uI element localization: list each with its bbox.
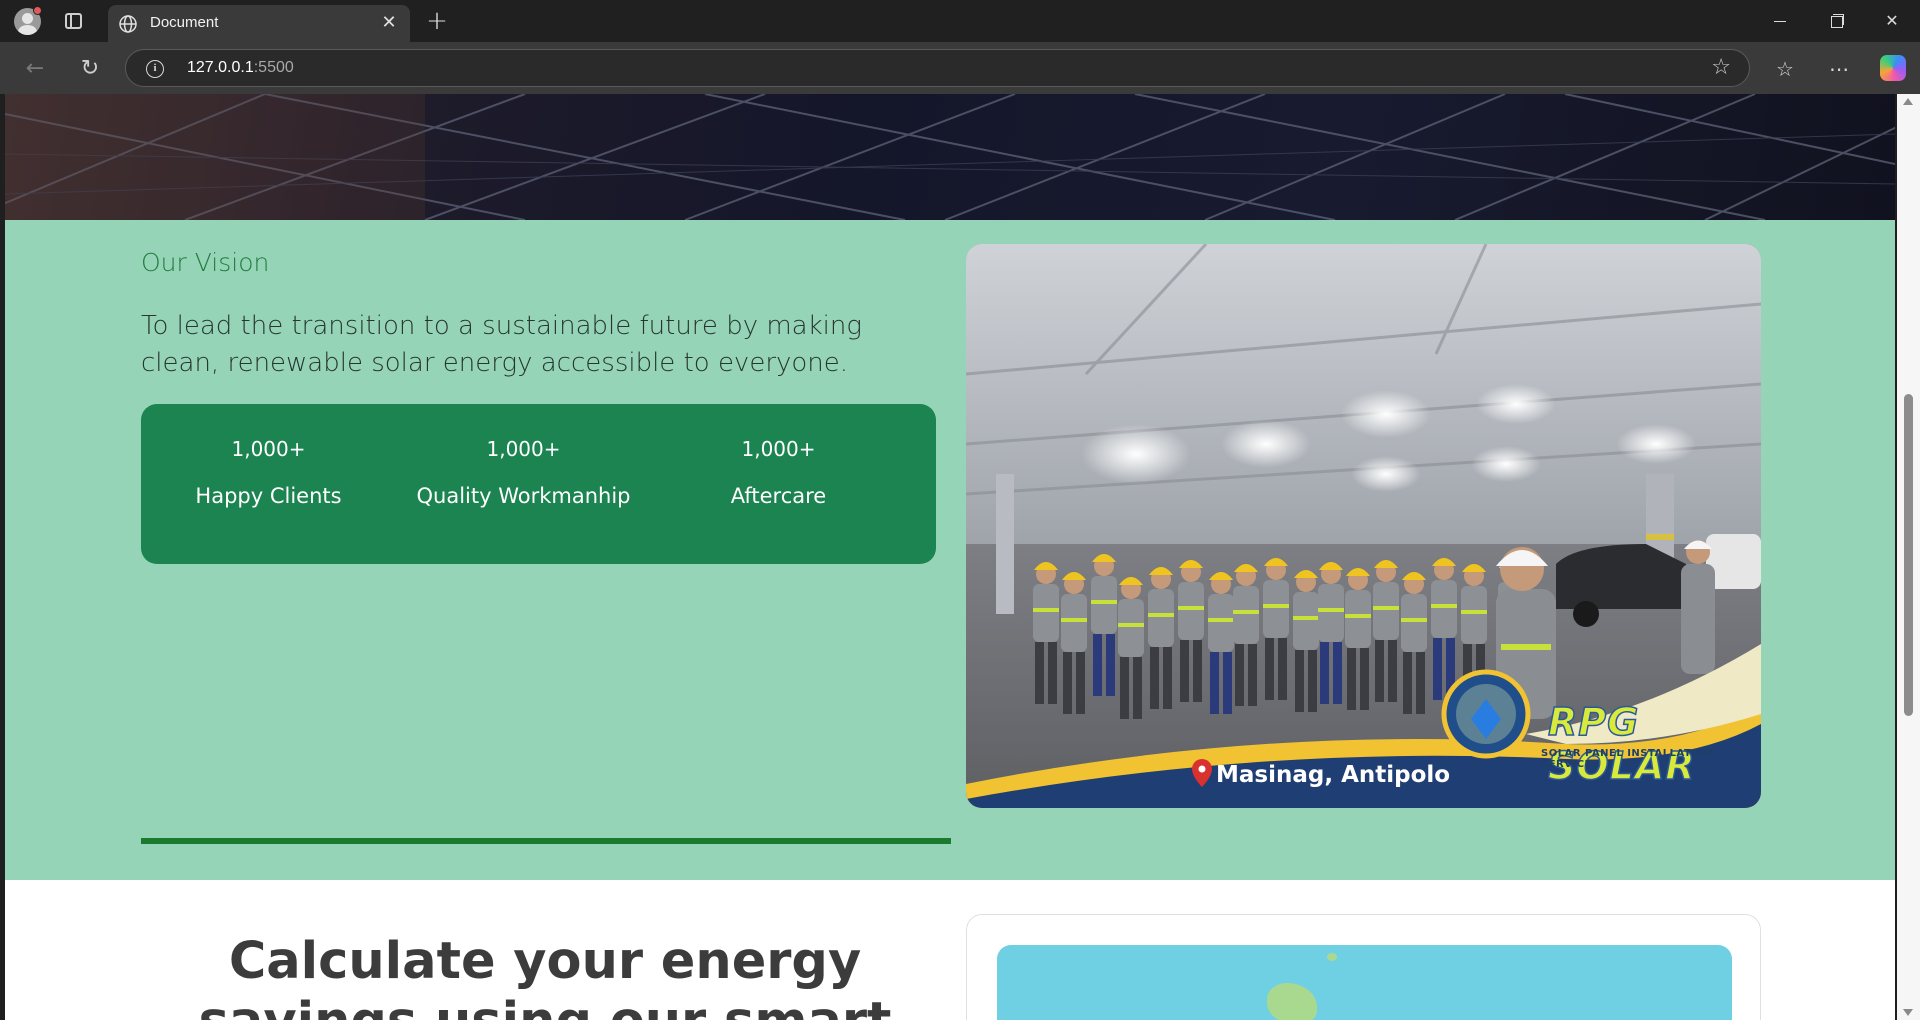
stat-value: 1,000+ [741,437,816,461]
map-preview[interactable] [997,945,1732,1020]
stat-label: Aftercare [730,484,827,508]
page-scrollbar[interactable] [1897,94,1920,1020]
solar-panel-banner-image [5,94,1895,220]
photo-location-label: Masinag, Antipolo [1216,762,1451,788]
address-bar[interactable]: i 127.0.0.1:5500 ☆ [125,49,1750,87]
stat-aftercare: 1,000+ Aftercare [651,434,906,508]
url-host: 127.0.0.1 [187,59,254,76]
window-minimize-button[interactable] [1752,0,1808,42]
tab-close-icon[interactable]: ✕ [378,12,400,34]
favorite-star-icon[interactable]: ☆ [1711,56,1731,80]
url-port: :5500 [253,59,294,76]
calculator-map-card [966,914,1761,1020]
photo-brand-logo: RPG SOLAR [1547,699,1696,789]
reload-icon[interactable]: ↻ [75,54,105,84]
stat-label: Quality Workmanhip [416,484,631,508]
page-viewport: Our Vision To lead the transition to a s… [5,94,1895,1020]
stat-happy-clients: 1,000+ Happy Clients [141,434,396,508]
profile-notification-dot [33,6,42,15]
section-divider [141,838,951,844]
stats-card: 1,000+ Happy Clients 1,000+ Quality Work… [141,404,936,564]
more-menu-icon[interactable]: ⋯ [1823,54,1855,84]
back-arrow-icon[interactable]: ← [20,54,50,84]
globe-icon [119,15,137,33]
copilot-icon[interactable] [1880,55,1906,81]
vision-section: Our Vision To lead the transition to a s… [5,220,1895,880]
scroll-down-arrow-icon[interactable] [1903,1009,1913,1016]
calculator-heading: Calculate your energy savings using our … [199,932,892,1020]
browser-tab-document[interactable]: Document ✕ [108,5,410,42]
window-restore-button[interactable] [1808,0,1864,42]
stat-quality-workmanship: 1,000+ Quality Workmanhip [396,434,651,508]
tab-title: Document [150,14,219,31]
url-text[interactable]: 127.0.0.1:5500 [187,59,294,77]
scroll-up-arrow-icon[interactable] [1903,98,1913,105]
tab-actions-icon[interactable] [65,13,82,29]
vision-heading: Our Vision [141,248,270,277]
vision-statement: To lead the transition to a sustainable … [141,311,862,378]
browser-toolbar: ← ↻ i 127.0.0.1:5500 ☆ ☆ ⋯ [0,42,1920,94]
stat-value: 1,000+ [231,437,306,461]
site-info-icon[interactable]: i [146,60,164,78]
photo-brand-tagline: SOLAR PANEL INSTALLATION SERVICES [1541,748,1714,770]
favorites-list-icon[interactable]: ☆ [1769,54,1801,84]
scroll-thumb[interactable] [1904,394,1913,716]
new-tab-button[interactable]: + [422,6,452,36]
window-close-button[interactable]: ✕ [1864,0,1920,42]
browser-titlebar: Document ✕ + ✕ [0,0,1920,42]
stat-value: 1,000+ [486,437,561,461]
calculator-section: Calculate your energy savings using our … [5,880,1895,1020]
stat-label: Happy Clients [195,484,342,508]
team-photo: Masinag, Antipolo RPG SOLAR SOLAR PANEL … [966,244,1761,808]
